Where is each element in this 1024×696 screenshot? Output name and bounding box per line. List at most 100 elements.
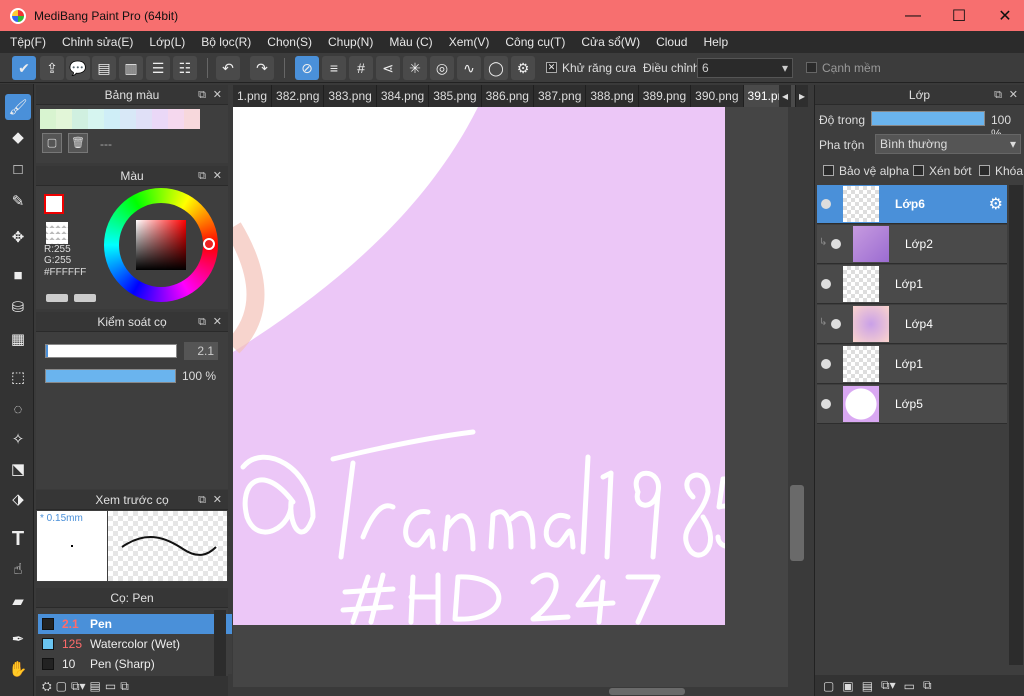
popout-icon[interactable]: ⧉ — [198, 166, 206, 186]
menu-color[interactable]: Màu (C) — [381, 35, 440, 49]
scroll-thumb[interactable] — [609, 688, 685, 695]
list-icon[interactable]: ☰ — [146, 56, 170, 80]
brush-tool-icon[interactable]: 🖌 — [5, 94, 31, 120]
select-rect-icon[interactable]: ⬚ — [5, 364, 31, 390]
brush-size-slider[interactable] — [45, 344, 177, 358]
primary-color-swatch[interactable] — [44, 194, 64, 214]
tab-scroll-left-icon[interactable]: ◂ — [779, 85, 791, 107]
new-1bit-layer-icon[interactable]: ▤ — [862, 679, 873, 693]
parallel-snap-icon[interactable]: ≡ — [322, 56, 346, 80]
file-tab[interactable]: 387.png — [534, 85, 587, 107]
share-icon[interactable]: ⇪ — [40, 56, 64, 80]
file-tab[interactable]: 1.png — [233, 85, 273, 107]
file-tab[interactable]: 389.png — [639, 85, 692, 107]
menu-tools[interactable]: Công cụ(T) — [497, 35, 573, 49]
duplicate-layer-icon[interactable]: ⧉ — [923, 678, 932, 693]
duplicate-icon[interactable]: ⧉ — [120, 679, 129, 694]
tab-scroll-right-icon[interactable]: ▸ — [796, 85, 808, 107]
popout-icon[interactable]: ⧉ — [198, 85, 206, 105]
object-tool-icon[interactable]: ✎ — [5, 188, 31, 214]
radial-snap-icon[interactable]: ⋖ — [376, 56, 400, 80]
eraser-tool-icon[interactable]: ◆ — [5, 124, 31, 150]
transparent-color-swatch[interactable] — [46, 222, 68, 244]
menu-edit[interactable]: Chỉnh sửa(E) — [54, 35, 141, 49]
brush-item-pen[interactable]: 2.1 Pen ⚙ — [38, 614, 232, 634]
menu-file[interactable]: Tệp(F) — [2, 35, 54, 49]
add-layer-menu-icon[interactable]: ⧉▾ — [881, 678, 896, 693]
new-palette-icon[interactable]: ▢ — [42, 133, 62, 153]
eye-icon[interactable] — [821, 199, 831, 209]
brush-size-input[interactable]: 2.1 — [184, 342, 218, 360]
redo-icon[interactable]: ↷ — [250, 56, 274, 80]
layer-row[interactable]: Lớp5 — [817, 385, 1007, 424]
menu-layer[interactable]: Lớp(L) — [141, 35, 193, 49]
eye-icon[interactable] — [831, 239, 841, 249]
ellipse-snap-icon[interactable]: ◯ — [484, 56, 508, 80]
bucket-tool-icon[interactable]: ⛁ — [5, 294, 31, 320]
close-icon[interactable]: ✕ — [213, 490, 222, 510]
horizontal-scrollbar[interactable] — [233, 687, 808, 696]
folder-icon[interactable]: ▭ — [904, 679, 915, 693]
select-pen-icon[interactable]: ⬔ — [5, 456, 31, 482]
protect-alpha-checkbox[interactable] — [823, 165, 834, 176]
text-tool-icon[interactable]: T — [5, 526, 31, 552]
menu-view[interactable]: Xem(V) — [441, 35, 498, 49]
eyedropper-tool-icon[interactable]: ✒ — [5, 626, 31, 652]
menu-cloud[interactable]: Cloud — [648, 35, 695, 49]
opacity-slider[interactable] — [45, 369, 176, 383]
select-eraser-icon[interactable]: ⬗ — [5, 486, 31, 512]
copy-brush-icon[interactable]: ▤ — [90, 679, 101, 693]
comment-icon[interactable]: ▤ — [92, 56, 116, 80]
vertical-scrollbar[interactable] — [788, 107, 808, 687]
blend-mode-select[interactable]: Bình thường ▾ — [875, 134, 1021, 154]
popout-icon[interactable]: ⧉ — [994, 85, 1002, 105]
brush-item-pen-sharp[interactable]: 10 Pen (Sharp) — [38, 654, 232, 674]
gradient-tool-icon[interactable]: ▦ — [5, 326, 31, 352]
close-icon[interactable]: ✕ — [213, 166, 222, 186]
minimize-button[interactable]: — — [890, 0, 936, 31]
eye-icon[interactable] — [831, 319, 841, 329]
canvas-workarea[interactable] — [233, 107, 808, 687]
layer-row[interactable]: Lớp1 — [817, 345, 1007, 384]
file-tab[interactable]: 388.png — [586, 85, 639, 107]
new-layer-icon[interactable]: ▢ — [823, 679, 834, 693]
close-icon[interactable]: ✕ — [213, 312, 222, 332]
folder-icon[interactable]: ▭ — [105, 679, 116, 693]
file-tab[interactable]: 382.png — [272, 85, 325, 107]
checklist-icon[interactable]: ☷ — [173, 56, 197, 80]
concentric-circle-icon[interactable]: ◎ — [430, 56, 454, 80]
close-icon[interactable]: ✕ — [1009, 85, 1018, 105]
layer-row[interactable]: Lớp6 ⚙ — [817, 185, 1007, 224]
file-tab[interactable]: 386.png — [482, 85, 534, 107]
no-snap-icon[interactable]: ⊘ — [295, 56, 319, 80]
layer-row[interactable]: ↳ Lớp2 — [817, 225, 1007, 264]
drawing-canvas[interactable] — [233, 107, 725, 625]
undo-icon[interactable]: ↶ — [216, 56, 240, 80]
layers-scrollbar[interactable] — [1009, 185, 1023, 665]
saturation-square[interactable] — [136, 220, 186, 270]
new-brush-icon[interactable]: ▢ — [56, 679, 67, 693]
color-tab-button[interactable] — [74, 294, 96, 302]
menu-snap[interactable]: Chụp(N) — [320, 35, 381, 49]
fill-rect-tool-icon[interactable]: ■ — [5, 262, 31, 288]
curve-snap-icon[interactable]: ∿ — [457, 56, 481, 80]
scroll-thumb[interactable] — [790, 485, 804, 561]
grid-snap-icon[interactable]: # — [349, 56, 373, 80]
maximize-button[interactable]: ☐ — [936, 0, 982, 31]
antialias-checkbox[interactable]: ✕ — [546, 62, 557, 73]
brush-list-scrollbar[interactable] — [214, 610, 226, 676]
file-tab[interactable]: 385.png — [429, 85, 482, 107]
layer-row[interactable]: Lớp1 — [817, 265, 1007, 304]
magic-wand-icon[interactable]: ✧ — [5, 426, 31, 452]
trash-icon[interactable]: 🗑 — [68, 133, 88, 153]
new-8bit-layer-icon[interactable]: ▣ — [842, 679, 853, 693]
correction-select[interactable]: 6 ▾ — [697, 58, 793, 78]
file-tab[interactable]: 384.png — [377, 85, 430, 107]
clipping-checkbox[interactable] — [913, 165, 924, 176]
popout-icon[interactable]: ⧉ — [198, 312, 206, 332]
palette-swatches[interactable] — [40, 109, 200, 129]
cloud-brush-icon[interactable]: ⛭ — [42, 679, 52, 694]
eye-icon[interactable] — [821, 399, 831, 409]
close-button[interactable]: ✕ — [982, 0, 1024, 31]
hue-wheel[interactable] — [104, 188, 218, 302]
